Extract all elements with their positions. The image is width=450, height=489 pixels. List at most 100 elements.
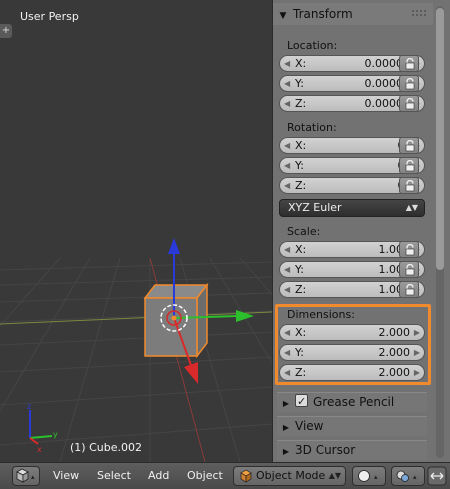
solid-shading-icon: ▴ xyxy=(358,470,378,482)
scale-label: Scale: xyxy=(287,225,321,238)
lock-rotation-x-toggle[interactable] xyxy=(399,137,419,154)
view-panel-label: View xyxy=(295,419,324,433)
dimensions-y-field[interactable]: ◀ Y: 2.000 ▶ xyxy=(279,344,425,361)
header-scroll-arrows-icon[interactable] xyxy=(427,466,447,486)
lock-rotation-y-toggle[interactable] xyxy=(399,157,419,174)
expand-triangle-icon: ▶ xyxy=(282,399,290,408)
padlock-icon xyxy=(405,160,415,172)
pivot-point-icon: ▴ xyxy=(396,470,417,482)
expand-triangle-icon: ▶ xyxy=(282,447,290,456)
decrement-arrow-icon[interactable]: ◀ xyxy=(284,158,290,173)
object-menu[interactable]: Object xyxy=(187,468,223,484)
mode-value: Object Mode xyxy=(256,469,326,482)
add-menu[interactable]: Add xyxy=(148,468,169,484)
viewport-grid: z y x xyxy=(0,238,272,462)
lock-location-x-toggle[interactable] xyxy=(399,55,419,72)
axis-label: Z: xyxy=(295,179,307,192)
field-value: 2.000 xyxy=(378,346,411,359)
padlock-icon xyxy=(405,284,415,296)
cube-object[interactable] xyxy=(143,282,209,359)
active-object-label: (1) Cube.002 xyxy=(70,441,142,454)
rotation-mode-value: XYZ Euler xyxy=(288,201,342,214)
axis-label: Z: xyxy=(295,366,307,379)
panel-scrollbar-thumb[interactable] xyxy=(436,8,444,270)
dropdown-arrows-icon: ▲▼ xyxy=(405,203,418,212)
expand-triangle-icon: ▶ xyxy=(282,423,290,432)
decrement-arrow-icon[interactable]: ◀ xyxy=(284,365,290,380)
axis-label: Z: xyxy=(295,97,307,110)
select-menu[interactable]: Select xyxy=(97,468,131,484)
axis-widget: z y x xyxy=(27,402,58,454)
dimensions-z-field[interactable]: ◀ Z: 2.000 ▶ xyxy=(279,364,425,381)
field-value: 2.000 xyxy=(378,326,411,339)
padlock-icon xyxy=(405,180,415,192)
lock-scale-z-toggle[interactable] xyxy=(399,281,419,298)
svg-text:z: z xyxy=(27,402,31,411)
padlock-icon xyxy=(405,98,415,110)
collapse-triangle-icon: ▼ xyxy=(279,11,287,21)
svg-text:▴: ▴ xyxy=(413,473,417,481)
decrement-arrow-icon[interactable]: ◀ xyxy=(284,325,290,340)
dimensions-x-field[interactable]: ◀ X: 2.000 ▶ xyxy=(279,324,425,341)
mode-dropdown[interactable]: Object Mode ▲▼ xyxy=(233,466,346,486)
padlock-icon xyxy=(405,264,415,276)
lock-scale-x-toggle[interactable] xyxy=(399,241,419,258)
decrement-arrow-icon[interactable]: ◀ xyxy=(284,138,290,153)
svg-text:x: x xyxy=(37,445,42,454)
object-mode-icon xyxy=(240,469,252,483)
lock-rotation-z-toggle[interactable] xyxy=(399,177,419,194)
increment-arrow-icon[interactable]: ▶ xyxy=(414,365,420,380)
decrement-arrow-icon[interactable]: ◀ xyxy=(284,56,290,71)
axis-label: X: xyxy=(295,326,307,339)
grease-pencil-checkbox[interactable] xyxy=(295,392,308,411)
increment-arrow-icon[interactable]: ▶ xyxy=(414,345,420,360)
dropdown-arrows-icon: ▲▼ xyxy=(328,471,341,480)
lock-scale-y-toggle[interactable] xyxy=(399,261,419,278)
increment-arrow-icon[interactable]: ▶ xyxy=(414,325,420,340)
axis-label: Y: xyxy=(295,263,304,276)
axis-label: X: xyxy=(295,243,307,256)
grease-pencil-panel-header[interactable]: ▶ Grease Pencil xyxy=(277,392,427,412)
svg-text:▴: ▴ xyxy=(31,473,35,481)
decrement-arrow-icon[interactable]: ◀ xyxy=(284,262,290,277)
lock-location-y-toggle[interactable] xyxy=(399,75,419,92)
toolshelf-toggle-button[interactable]: + xyxy=(0,24,12,38)
transform-title: Transform xyxy=(293,7,353,21)
view-panel-header[interactable]: ▶ View xyxy=(277,416,427,436)
transform-panel-header[interactable]: ▼ Transform xyxy=(273,3,433,25)
editor-type-button[interactable]: ▴ xyxy=(12,466,40,486)
decrement-arrow-icon[interactable]: ◀ xyxy=(284,242,290,257)
pivot-point-dropdown[interactable]: ▴ xyxy=(391,466,425,486)
view-menu[interactable]: View xyxy=(53,468,79,484)
padlock-icon xyxy=(405,58,415,70)
viewport-title: User Persp xyxy=(20,10,79,23)
dimensions-label: Dimensions: xyxy=(287,308,355,321)
padlock-icon xyxy=(405,244,415,256)
axis-label: Y: xyxy=(295,77,304,90)
svg-text:y: y xyxy=(53,430,58,439)
padlock-icon xyxy=(405,78,415,90)
decrement-arrow-icon[interactable]: ◀ xyxy=(284,345,290,360)
cube-editor-icon: ▴ xyxy=(16,468,35,483)
viewport-header: ▴ View Select Add Object Object Mode ▲▼ … xyxy=(0,462,450,489)
svg-text:▴: ▴ xyxy=(374,473,378,481)
decrement-arrow-icon[interactable]: ◀ xyxy=(284,178,290,193)
rotation-mode-dropdown[interactable]: XYZ Euler ▲▼ xyxy=(279,199,425,217)
rotation-label: Rotation: xyxy=(287,121,337,134)
drag-handle-icon[interactable] xyxy=(411,9,427,17)
axis-label: X: xyxy=(295,57,307,70)
grease-pencil-label: Grease Pencil xyxy=(313,395,395,409)
padlock-icon xyxy=(405,140,415,152)
decrement-arrow-icon[interactable]: ◀ xyxy=(284,96,290,111)
3d-cursor-panel-label: 3D Cursor xyxy=(295,443,356,457)
location-label: Location: xyxy=(287,39,338,52)
field-value: 2.000 xyxy=(378,366,411,379)
3d-cursor-panel-header[interactable]: ▶ 3D Cursor xyxy=(277,440,427,460)
axis-label: Z: xyxy=(295,283,307,296)
decrement-arrow-icon[interactable]: ◀ xyxy=(284,76,290,91)
properties-panel: ▼Transform Location: ◀ X: 0.00000 ▶ ◀ Y:… xyxy=(272,0,450,462)
3d-viewport[interactable]: z y x User Persp + (1) Cube.002 xyxy=(0,0,272,462)
viewport-shading-dropdown[interactable]: ▴ xyxy=(352,466,386,486)
lock-location-z-toggle[interactable] xyxy=(399,95,419,112)
decrement-arrow-icon[interactable]: ◀ xyxy=(284,282,290,297)
